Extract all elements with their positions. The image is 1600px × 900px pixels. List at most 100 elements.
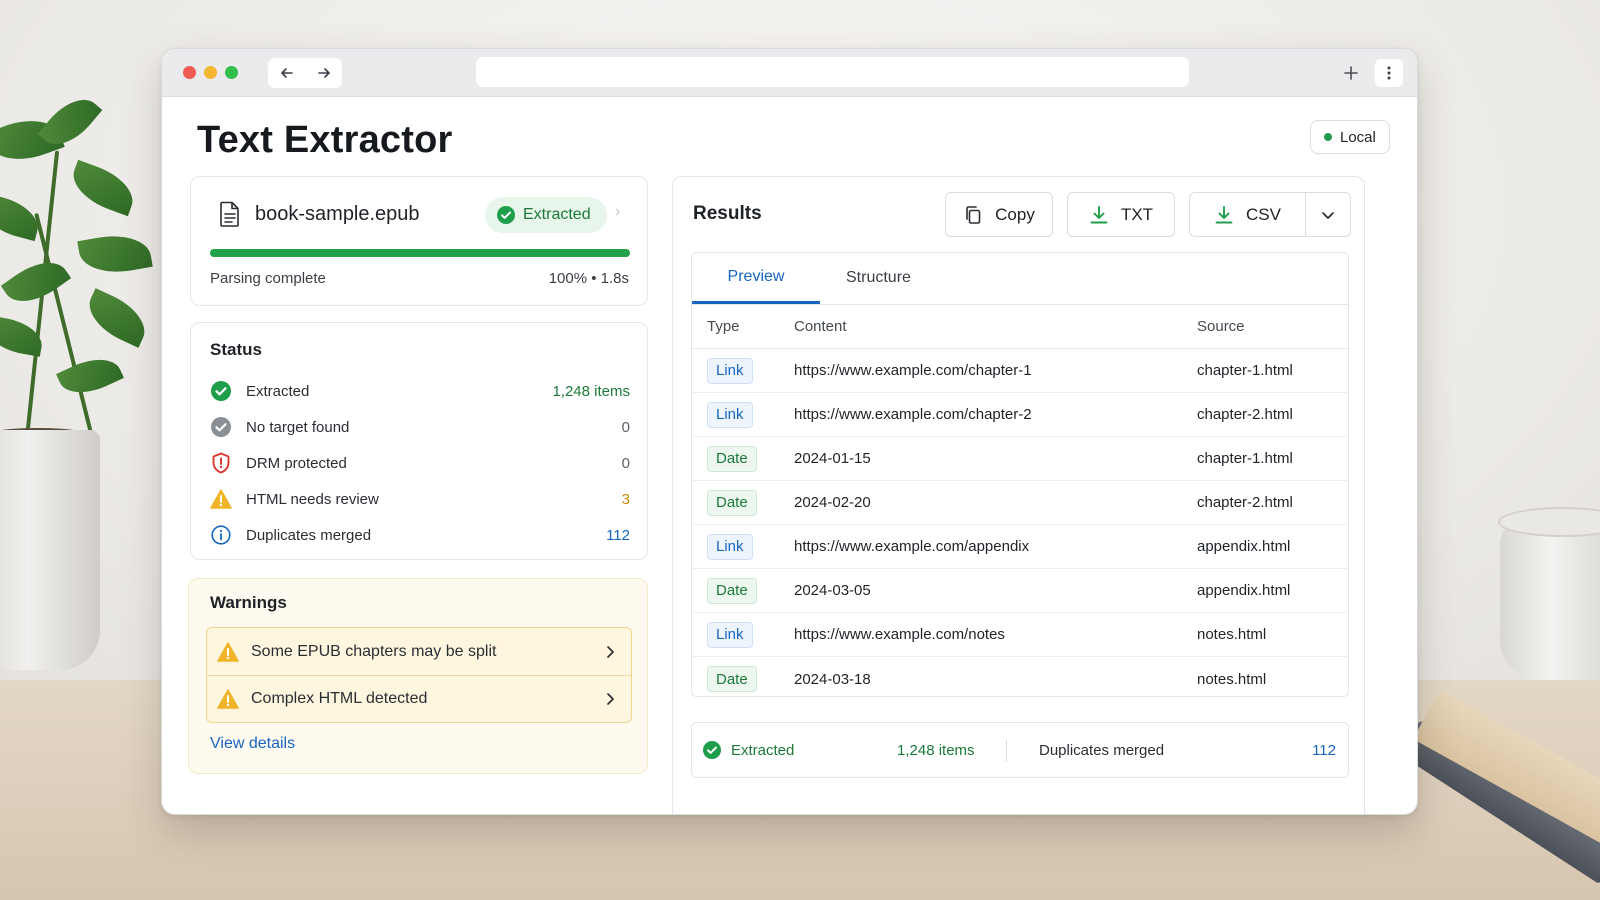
status-title: Status [210, 340, 262, 359]
table-row[interactable]: Link https://www.example.com/chapter-2 cha… [692, 393, 1348, 437]
export-options-dropdown[interactable] [1306, 193, 1350, 236]
table-row[interactable]: Link https://www.example.com/notes notes.h… [692, 613, 1348, 657]
parse-progress-fill [210, 249, 630, 257]
browser-window: Text Extractor Local book-sample.epub Ex… [161, 48, 1418, 815]
minimize-window-button[interactable] [204, 66, 217, 79]
warning-item-complex-html[interactable]: Complex HTML detected [207, 675, 631, 722]
status-label: HTML needs review [246, 490, 379, 508]
cell-source: appendix.html [1197, 582, 1291, 599]
download-txt-button[interactable]: TXT [1067, 192, 1175, 237]
column-header-source[interactable]: Source [1197, 318, 1348, 335]
tab-structure[interactable]: Structure [820, 253, 937, 304]
parse-meta: 100% • 1.8s [548, 270, 629, 287]
forward-button[interactable] [312, 61, 336, 85]
document-icon [220, 201, 239, 227]
check-circle-gray-icon [211, 417, 231, 437]
check-circle-icon [211, 381, 231, 401]
type-tag: Date [707, 445, 757, 472]
browser-menu-button[interactable] [1375, 59, 1403, 87]
status-item-drm: DRM protected 0 [210, 445, 630, 481]
app-content: Text Extractor Local book-sample.epub Ex… [162, 97, 1417, 814]
arrow-left-icon [280, 67, 293, 78]
cell-type: Date [692, 445, 794, 472]
table-row[interactable]: Link https://www.example.com/appendix appe… [692, 525, 1348, 569]
status-item-no-target: No target found 0 [210, 409, 630, 445]
download-icon [1090, 205, 1108, 223]
status-value: 0 [621, 418, 630, 436]
view-details-link[interactable]: View details [210, 735, 295, 753]
status-item-html-review: HTML needs review 3 [210, 481, 630, 517]
window-controls [183, 66, 238, 79]
download-csv-button[interactable]: CSV [1190, 193, 1306, 236]
status-label: Extracted [246, 382, 310, 400]
cell-type: Link [692, 401, 794, 428]
new-tab-button[interactable] [1337, 59, 1365, 87]
cell-source: chapter-1.html [1197, 450, 1293, 467]
chevron-right-icon[interactable]: › [615, 203, 620, 221]
warning-triangle-icon [210, 489, 232, 509]
mode-badge-label: Local [1340, 128, 1376, 146]
table-row[interactable]: Date 2024-03-05 appendix.html [692, 569, 1348, 613]
cell-content: 2024-03-18 [794, 670, 871, 688]
results-tabs: Preview Structure [692, 253, 1348, 305]
column-header-type[interactable]: Type [692, 318, 794, 335]
close-window-button[interactable] [183, 66, 196, 79]
mode-badge[interactable]: Local [1310, 120, 1390, 154]
type-tag: Date [707, 666, 757, 692]
cell-type: Link [692, 621, 794, 648]
file-row: book-sample.epub [219, 201, 420, 227]
cell-content: https://www.example.com/notes [794, 626, 1005, 643]
file-name: book-sample.epub [255, 202, 420, 225]
download-icon [1215, 205, 1233, 223]
status-value: 0 [621, 454, 630, 472]
table-row[interactable]: Date 2024-03-18 notes.html [692, 657, 1348, 696]
tab-preview[interactable]: Preview [692, 253, 820, 304]
parse-progress-bar [210, 249, 630, 257]
warnings-title: Warnings [210, 593, 287, 612]
cell-type: Date [692, 577, 794, 604]
warning-item-epub-split[interactable]: Some EPUB chapters may be split [207, 628, 631, 675]
copy-button[interactable]: Copy [945, 192, 1053, 237]
cell-content: https://www.example.com/appendix [794, 538, 1030, 555]
address-bar[interactable] [476, 57, 1189, 87]
type-tag: Date [707, 577, 757, 604]
type-tag: Date [707, 489, 757, 516]
status-item-extracted: Extracted 1,248 items [210, 373, 630, 409]
back-button[interactable] [275, 61, 299, 85]
status-label: No target found [246, 418, 350, 436]
cell-source: notes.html [1197, 626, 1267, 643]
table-row[interactable]: Link https://www.example.com/chapter-1 cha… [692, 349, 1348, 393]
warnings-list: Some EPUB chapters may be split Complex … [206, 627, 632, 723]
cell-content: 2024-03-05 [794, 582, 871, 599]
cell-content: 2024-02-20 [794, 494, 871, 511]
txt-button-label: TXT [1120, 204, 1154, 224]
summary-duplicates-label: Duplicates merged [1039, 741, 1165, 759]
status-list: Extracted 1,248 items No target found 0 … [210, 373, 630, 553]
table-row[interactable]: Date 2024-01-15 chapter-1.html [692, 437, 1348, 481]
column-header-content[interactable]: Content [794, 318, 1197, 335]
cell-content: 2024-01-15 [794, 450, 871, 467]
results-table: Preview Structure Type Content Source Li… [691, 252, 1349, 697]
arrow-right-icon [317, 67, 330, 78]
table-row[interactable]: Date 2024-02-20 chapter-2.html [692, 481, 1348, 525]
info-circle-icon [211, 525, 231, 545]
maximize-window-button[interactable] [225, 66, 238, 79]
type-tag: Link [707, 401, 753, 428]
status-card: Status Extracted 1,248 items No target f… [190, 322, 648, 560]
warning-triangle-icon [217, 641, 239, 662]
parse-status-label: Parsing complete [210, 270, 326, 287]
cell-source: notes.html [1197, 670, 1267, 688]
more-vertical-icon [1387, 66, 1391, 80]
summary-extracted-count: 1,248 items [897, 741, 975, 759]
cell-content: https://www.example.com/chapter-2 [794, 406, 1032, 423]
cell-source: chapter-2.html [1197, 494, 1293, 511]
results-title: Results [693, 203, 762, 224]
plant-pot [0, 430, 100, 670]
status-value: 112 [606, 526, 630, 544]
csv-button-label: CSV [1246, 204, 1281, 224]
status-dot-icon [1324, 133, 1332, 141]
toolbar-right [1337, 59, 1403, 87]
warnings-card: Warnings Some EPUB chapters may be split… [188, 578, 648, 774]
cell-source: chapter-1.html [1197, 362, 1293, 379]
status-item-duplicates: Duplicates merged 112 [210, 517, 630, 553]
